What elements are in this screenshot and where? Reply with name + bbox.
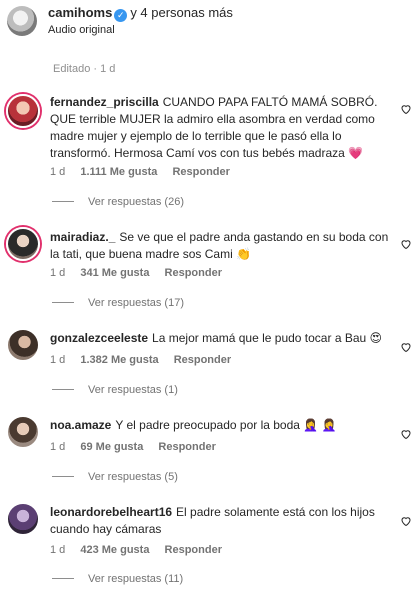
view-replies-label: Ver respuestas (5) [88,471,178,483]
view-replies-button[interactable]: Ver respuestas (5) [52,471,178,483]
comment-likes[interactable]: 1.111 Me gusta [80,166,157,178]
comment-time: 1 d [50,544,66,556]
coauthors-label[interactable]: y 4 personas más [130,5,233,20]
replies-divider [52,201,74,202]
comment-text: noa.amaze Y el padre preocupado por la bo… [50,417,392,434]
comment-text: gonzalezceeleste La mejor mamá que le pud… [50,330,392,347]
heart-outline-icon[interactable] [400,514,412,527]
heart-outline-icon[interactable] [400,237,412,250]
commenter-avatar[interactable] [6,94,40,128]
comment-likes[interactable]: 1.382 Me gusta [80,354,158,366]
comment-likes[interactable]: 341 Me gusta [80,267,149,279]
reply-button[interactable]: Responder [165,544,222,556]
comment-time: 1 d [50,166,66,178]
edited-timestamp: Editado · 1 d [53,63,116,75]
comment-time: 1 d [50,441,66,453]
comment-meta: 1 d 1.382 Me gusta Responder [50,354,243,366]
comment-meta: 1 d 341 Me gusta Responder [50,267,234,279]
commenter-avatar[interactable] [6,415,40,449]
view-replies-button[interactable]: Ver respuestas (26) [52,196,184,208]
heart-outline-icon[interactable] [400,102,412,115]
comment-item: leonardorebelheart16 El padre solamente e… [0,502,420,594]
commenter-avatar[interactable] [6,227,40,261]
verified-badge-icon: ✓ [114,9,128,22]
commenter-username[interactable]: leonardorebelheart16 [50,505,172,519]
comment-item: gonzalezceeleste La mejor mamá que le pud… [0,328,420,400]
author-avatar[interactable] [7,6,37,36]
author-line: camihoms ✓ y 4 personas más [48,5,233,22]
comment-meta: 1 d 423 Me gusta Responder [50,544,234,556]
comment-body: Y el padre preocupado por la boda 🤦‍♀️ 🤦… [115,418,337,432]
view-replies-button[interactable]: Ver respuestas (1) [52,384,178,396]
comment-text: mairadiaz._ Se ve que el padre anda gasta… [50,229,392,263]
view-replies-label: Ver respuestas (1) [88,384,178,396]
comment-meta: 1 d 69 Me gusta Responder [50,441,228,453]
comment-item: fernandez_priscilla CUANDO PAPA FALTÓ MAM… [0,92,420,212]
view-replies-label: Ver respuestas (26) [88,196,184,208]
commenter-avatar[interactable] [6,502,40,536]
view-replies-label: Ver respuestas (17) [88,297,184,309]
replies-divider [52,302,74,303]
comment-text: leonardorebelheart16 El padre solamente e… [50,504,392,538]
audio-label[interactable]: Audio original [48,24,115,36]
comment-meta: 1 d 1.111 Me gusta Responder [50,166,242,178]
commenter-username[interactable]: fernandez_priscilla [50,95,159,109]
view-replies-label: Ver respuestas (11) [88,573,184,585]
heart-outline-icon[interactable] [400,340,412,353]
reply-button[interactable]: Responder [165,267,222,279]
post-header: camihoms ✓ y 4 personas más Audio original [0,0,420,44]
comment-item: mairadiaz._ Se ve que el padre anda gasta… [0,227,420,317]
comment-text: fernandez_priscilla CUANDO PAPA FALTÓ MAM… [50,94,392,162]
heart-outline-icon[interactable] [400,427,412,440]
commenter-username[interactable]: noa.amaze [50,418,111,432]
author-username[interactable]: camihoms [48,5,112,20]
commenter-avatar[interactable] [6,328,40,362]
comment-time: 1 d [50,267,66,279]
replies-divider [52,578,74,579]
reply-button[interactable]: Responder [158,441,215,453]
commenter-username[interactable]: mairadiaz._ [50,230,115,244]
comment-likes[interactable]: 69 Me gusta [80,441,143,453]
comment-likes[interactable]: 423 Me gusta [80,544,149,556]
comment-time: 1 d [50,354,66,366]
comment-body: La mejor mamá que le pudo tocar a Bau 😍 [152,331,383,345]
reply-button[interactable]: Responder [174,354,231,366]
view-replies-button[interactable]: Ver respuestas (11) [52,573,183,585]
replies-divider [52,476,74,477]
reply-button[interactable]: Responder [172,166,229,178]
commenter-username[interactable]: gonzalezceeleste [50,331,148,345]
comment-item: noa.amaze Y el padre preocupado por la bo… [0,415,420,487]
replies-divider [52,389,74,390]
view-replies-button[interactable]: Ver respuestas (17) [52,297,184,309]
